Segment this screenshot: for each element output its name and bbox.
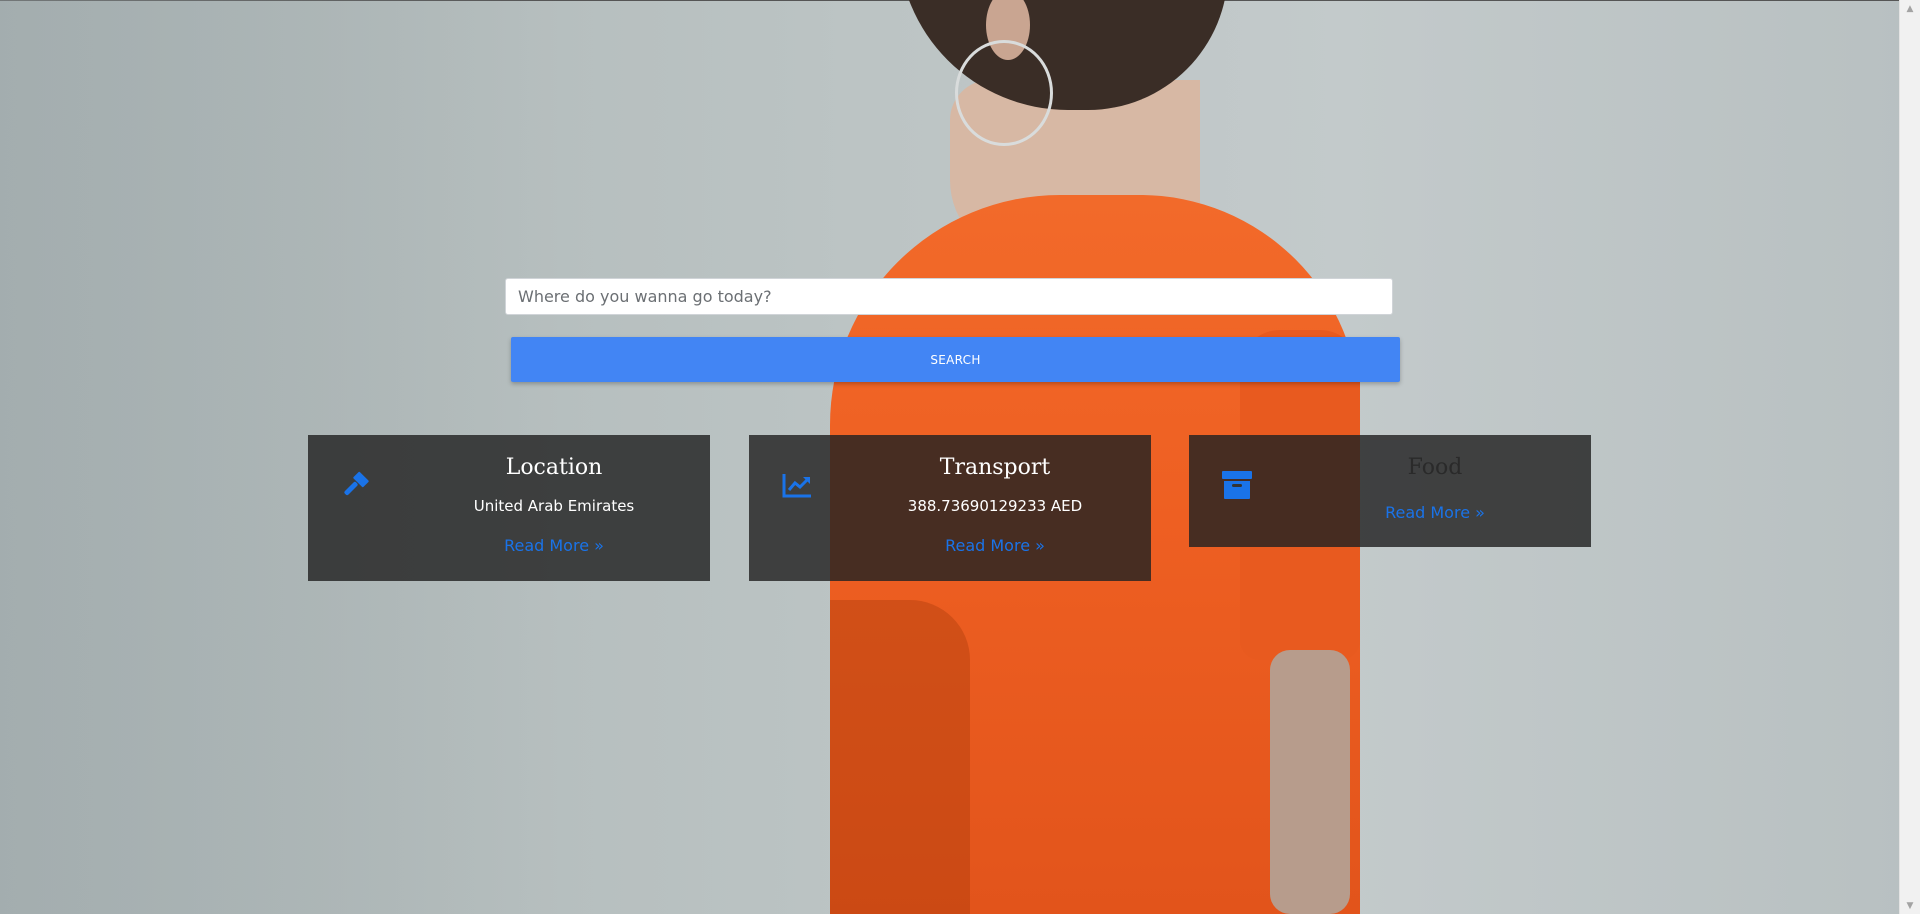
- photo-earring: [955, 40, 1053, 146]
- search-button[interactable]: SEARCH: [511, 337, 1400, 382]
- page: SEARCH Location United Arab Emirates Rea…: [0, 0, 1920, 914]
- location-card: Location United Arab Emirates Read More …: [308, 435, 710, 581]
- read-more-link[interactable]: Read More »: [849, 536, 1141, 555]
- read-more-link[interactable]: Read More »: [1289, 503, 1581, 522]
- archive-icon: [1222, 471, 1252, 499]
- scroll-thumb[interactable]: [1904, 18, 1916, 894]
- scroll-up-arrow-icon[interactable]: ▲: [1900, 0, 1920, 17]
- hammer-icon: [344, 471, 369, 496]
- food-card: Food Read More »: [1189, 435, 1591, 547]
- photo-arm: [1270, 650, 1350, 914]
- scroll-down-arrow-icon[interactable]: ▼: [1900, 897, 1920, 914]
- transport-card: Transport 388.73690129233 AED Read More …: [749, 435, 1151, 581]
- card-value: United Arab Emirates: [473, 497, 635, 515]
- card-title: Location: [505, 455, 603, 480]
- read-more-link[interactable]: Read More »: [408, 536, 700, 555]
- chart-line-icon: [782, 474, 811, 498]
- card-title: Food: [1407, 455, 1463, 480]
- card-title: Transport: [939, 455, 1051, 480]
- vertical-scrollbar[interactable]: ▲ ▼: [1899, 0, 1920, 914]
- card-value: 388.73690129233 AED: [907, 497, 1083, 515]
- photo-shadow: [830, 600, 970, 914]
- search-input[interactable]: [505, 278, 1393, 315]
